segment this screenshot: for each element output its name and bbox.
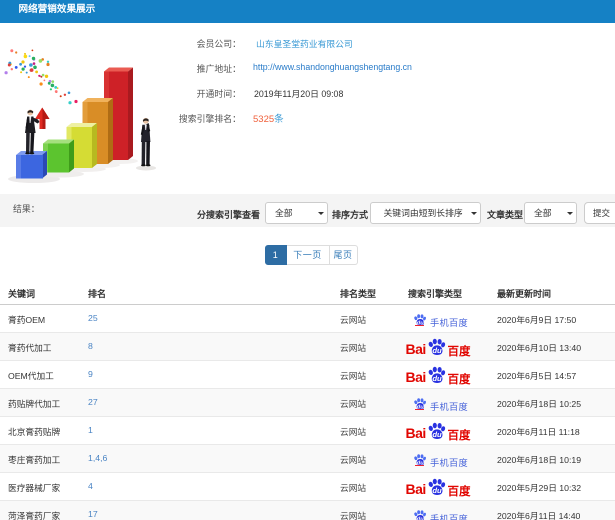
svg-text:du: du xyxy=(432,485,442,494)
svg-text:du: du xyxy=(432,373,442,382)
svg-text:du: du xyxy=(432,429,442,438)
svg-text:du: du xyxy=(432,345,442,354)
svg-text:du: du xyxy=(416,517,424,520)
